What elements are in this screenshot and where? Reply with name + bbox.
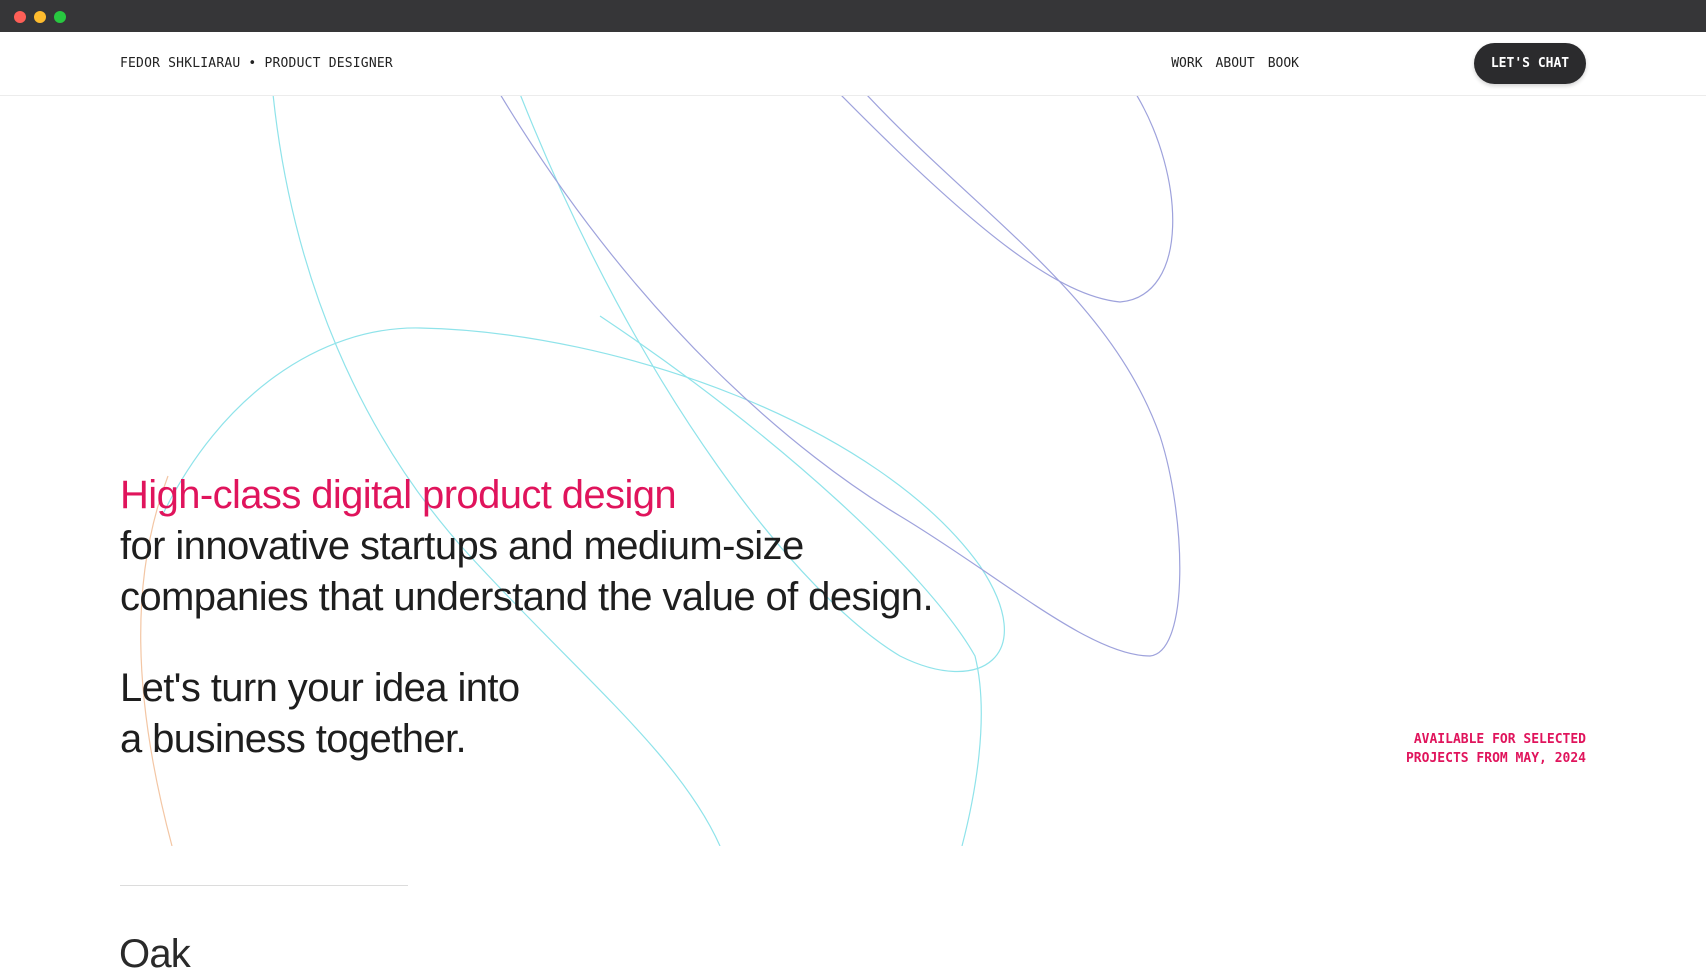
section-divider [120,885,408,886]
hero-headline-accent: High-class digital product design [120,473,677,517]
hero-headline-line-1: for innovative startups and medium-size [120,524,804,568]
window-titlebar [0,0,1706,32]
nav-link-work[interactable]: WORK [1171,56,1202,71]
hero-headline-line-2: companies that understand the value of d… [120,575,934,619]
browser-window: FEDOR SHKLIARAU • PRODUCT DESIGNER WORK … [0,0,1706,977]
project-title-oak[interactable]: Oak [119,932,191,977]
zoom-window-button[interactable] [54,11,66,23]
curve-violet-loop [841,96,1174,303]
site-header: FEDOR SHKLIARAU • PRODUCT DESIGNER WORK … [0,32,1706,96]
availability-line-2: PROJECTS FROM MAY, 2024 [1405,751,1586,766]
hero-text: High-class digital product design for in… [120,470,934,765]
nav-link-book[interactable]: BOOK [1268,56,1299,71]
close-window-button[interactable] [14,11,26,23]
hero-subline-line-2: a business together. [120,717,467,761]
minimize-window-button[interactable] [34,11,46,23]
hero-subline-line-1: Let's turn your idea into [120,666,520,710]
main-nav: WORK ABOUT BOOK [1171,56,1299,71]
availability-note: AVAILABLE FOR SELECTED PROJECTS FROM MAY… [1406,730,1586,768]
lets-chat-button[interactable]: LET'S CHAT [1474,43,1586,84]
availability-line-1: AVAILABLE FOR SELECTED [1413,732,1586,747]
brand-label[interactable]: FEDOR SHKLIARAU • PRODUCT DESIGNER [120,56,393,71]
nav-link-about[interactable]: ABOUT [1216,56,1255,71]
